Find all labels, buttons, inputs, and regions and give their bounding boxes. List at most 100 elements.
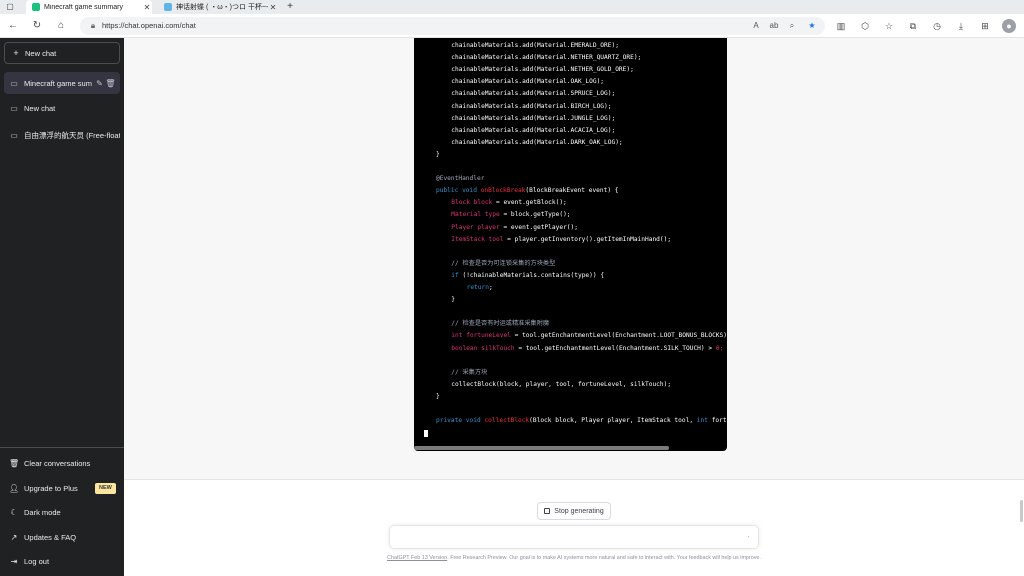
code-horizontal-scrollbar[interactable] <box>414 446 669 450</box>
favorite-star-icon[interactable]: ★ <box>806 20 818 32</box>
page-scrollbar[interactable] <box>1020 500 1023 522</box>
tab-title: 神话射蝶 ( ・ω・)つロ 干杯~-bili… <box>176 4 268 11</box>
version-link[interactable]: ChatGPT Feb 13 Version <box>387 555 447 561</box>
code-token: @EventHandler <box>436 175 485 183</box>
code-token: if <box>451 271 463 279</box>
chat-bubble-icon: ▭ <box>10 103 18 113</box>
code-token: chainableMaterials.add(Material.NETHER_G… <box>451 66 634 74</box>
external-link-icon: ↗ <box>10 532 18 542</box>
refresh-icon[interactable]: ↻ <box>30 19 44 33</box>
code-line: public void onBlockBreak(BlockBreakEvent… <box>436 185 619 197</box>
history-icon[interactable]: ◷ <box>930 19 944 33</box>
tab-title: Minecraft game summary <box>44 3 123 11</box>
code-token: // 采集方块 <box>451 368 488 376</box>
collections-icon[interactable]: ⧉ <box>906 19 920 33</box>
tab-minecraft[interactable]: Minecraft game summary ✕ <box>26 0 152 14</box>
zoom-icon[interactable]: ⌕ <box>786 20 798 32</box>
updates-faq-link[interactable]: ↗ Updates & FAQ <box>4 526 120 548</box>
home-icon[interactable]: ⌂ <box>54 19 68 33</box>
profile-avatar[interactable]: ● <box>1002 19 1016 33</box>
code-token: // 检查是否为可连锁采集的方块类型 <box>451 259 556 267</box>
code-line: boolean silkTouch = tool.getEnchantmentL… <box>451 343 723 355</box>
code-line: // 检查是否有时运或精准采集附魔 <box>451 318 549 330</box>
code-token: 0; <box>715 344 724 352</box>
trash-icon: 🗑︎ <box>9 458 20 468</box>
code-token: collectBlock <box>484 417 530 425</box>
code-block[interactable]: chainableMaterials.add(Material.EMERALD_… <box>414 38 727 451</box>
code-line: chainableMaterials.add(Material.SPRUCE_L… <box>451 88 615 100</box>
new-chat-button[interactable]: + New chat <box>4 42 120 64</box>
back-icon[interactable]: ← <box>6 19 20 33</box>
chatgpt-favicon-icon <box>32 3 40 11</box>
code-token: public void <box>436 187 481 195</box>
code-token: } <box>436 150 440 158</box>
sidebar-item-label: Upgrade to Plus <box>24 483 78 493</box>
conversation-item[interactable]: ▭ New chat <box>4 97 120 119</box>
plus-icon: + <box>13 48 19 58</box>
main-area: chainableMaterials.add(Material.EMERALD_… <box>124 38 1024 576</box>
code-token: private void <box>436 417 485 425</box>
code-token: (Block block, Player player, ItemStack t… <box>529 417 697 425</box>
code-token: chainableMaterials.add(Material.EMERALD_… <box>451 42 619 49</box>
code-token: int <box>696 417 712 425</box>
code-line: @EventHandler <box>436 173 484 185</box>
conversation-label: Minecraft game sum <box>24 78 92 88</box>
code-token: onBlockBreak <box>480 187 526 195</box>
code-line: // 检查是否为可连锁采集的方块类型 <box>451 258 555 270</box>
close-tab-icon[interactable]: ✕ <box>268 3 278 12</box>
code-token: collectBlock(block, player, tool, fortun… <box>451 380 672 388</box>
tab-bilibili[interactable]: 神话射蝶 ( ・ω・)つロ 干杯~-bili… ✕ <box>158 0 278 14</box>
code-token: chainableMaterials.add(Material.DARK_OAK… <box>451 138 623 146</box>
code-token: chainableMaterials.add(Material.BIRCH_LO… <box>451 102 612 110</box>
translate-icon[interactable]: ab <box>768 20 780 32</box>
stop-generating-button[interactable]: Stop generating <box>537 502 611 520</box>
stop-label: Stop generating <box>554 507 604 515</box>
code-token: return <box>466 284 489 291</box>
code-token: chainableMaterials.add(Material.NETHER_Q… <box>451 54 642 62</box>
code-token: = tool.getEnchantmentLevel(Enchantment.S… <box>514 344 716 352</box>
new-tab-button[interactable]: + <box>284 1 296 13</box>
downloads-icon[interactable]: ⤓ <box>954 19 968 33</box>
input-area-divider <box>124 479 1024 480</box>
log-out-button[interactable]: ⇥ Log out <box>4 550 120 572</box>
url-field[interactable]: 🔒︎ https://chat.openai.com/chat A ab ⌕ ★ <box>80 17 825 35</box>
code-token: = tool.getEnchantmentLevel(Enchantment.L… <box>510 332 727 340</box>
sidebar-item-label: Log out <box>24 556 50 566</box>
footer-disclaimer: ChatGPT Feb 13 Version. Free Research Pr… <box>124 555 1024 561</box>
code-token: = event.getPlayer(); <box>499 223 578 231</box>
apps-icon[interactable]: ⊞ <box>978 19 992 33</box>
conversation-item[interactable]: ▭ 自由漂浮的航天员 (Free-float <box>4 124 120 146</box>
sidebar: + New chat ▭ Minecraft game sum ✎ 🗑︎ ▭ N… <box>0 38 124 576</box>
code-line: chainableMaterials.add(Material.JUNGLE_L… <box>451 113 615 125</box>
logout-icon: ⇥ <box>10 556 18 566</box>
browser-window: ▢ Minecraft game summary ✕ 神话射蝶 ( ・ω・)つロ… <box>0 0 1024 576</box>
dark-mode-button[interactable]: ☾ Dark mode <box>4 501 120 523</box>
code-line: Player player = event.getPlayer(); <box>451 222 578 234</box>
url-text: https://chat.openai.com/chat <box>102 21 196 30</box>
prompt-input[interactable]: · <box>389 525 759 549</box>
close-tab-icon[interactable]: ✕ <box>142 3 152 12</box>
conversation-item-active[interactable]: ▭ Minecraft game sum ✎ 🗑︎ <box>4 72 120 94</box>
read-aloud-icon[interactable]: A <box>750 20 762 32</box>
typing-cursor <box>424 430 428 437</box>
code-line: ItemStack tool = player.getInventory().g… <box>451 234 671 246</box>
clear-conversations-button[interactable]: 🗑︎ Clear conversations <box>4 452 120 474</box>
split-screen-icon[interactable]: ▥ <box>834 19 848 33</box>
bilibili-favicon-icon <box>164 3 172 11</box>
edit-pencil-icon[interactable]: ✎ <box>94 79 105 88</box>
delete-trash-icon[interactable]: 🗑︎ <box>105 79 116 88</box>
code-token: } <box>436 392 440 400</box>
code-token: // 检查是否有时运或精准采集附魔 <box>451 320 550 328</box>
extensions-icon[interactable]: ⬡ <box>858 19 872 33</box>
code-line: } <box>451 294 455 306</box>
window-menu-icon[interactable]: ▢ <box>4 1 16 13</box>
code-line: } <box>436 391 440 403</box>
sidebar-item-label: Updates & FAQ <box>24 532 77 542</box>
code-token: ItemStack tool <box>451 235 504 243</box>
code-line: return; <box>467 282 493 294</box>
code-token: } <box>451 296 456 304</box>
code-token: fortuneLevel, boolean silkTouch) { <box>711 417 727 425</box>
footer-text: . Free Research Preview. Our goal is to … <box>447 555 761 561</box>
send-icon[interactable]: · <box>747 532 750 541</box>
favorites-icon[interactable]: ☆ <box>882 19 896 33</box>
